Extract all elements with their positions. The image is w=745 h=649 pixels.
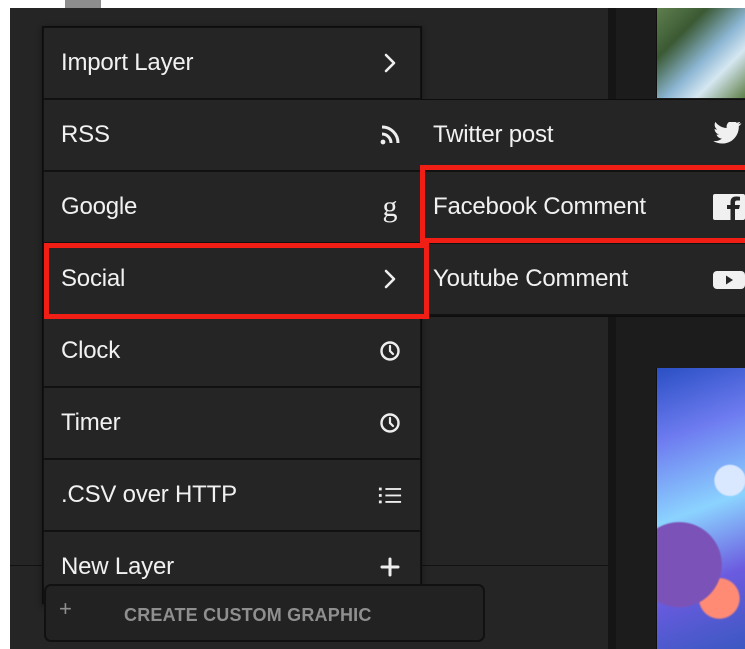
- chevron-right-icon: [378, 50, 402, 76]
- menu-item-label: Timer: [61, 409, 121, 436]
- create-custom-graphic-button[interactable]: + CREATE CUSTOM GRAPHIC: [44, 584, 485, 642]
- clock-icon: [378, 410, 402, 436]
- menu-item-google[interactable]: Google g: [44, 172, 420, 242]
- insert-layer-menu: Import Layer RSS Google g Social Clock T…: [42, 26, 422, 604]
- clock-icon: [378, 338, 402, 364]
- menu-item-label: RSS: [61, 121, 110, 148]
- rss-icon: [378, 122, 402, 148]
- create-custom-graphic-label: CREATE CUSTOM GRAPHIC: [124, 605, 372, 625]
- menu-item-label: Social: [61, 265, 126, 292]
- chevron-right-icon: [378, 266, 402, 292]
- bottom-preview-thumbnail[interactable]: [656, 368, 745, 649]
- plus-icon: +: [59, 596, 72, 621]
- google-icon: g: [382, 190, 398, 223]
- submenu-item-label: Facebook Comment: [433, 193, 646, 220]
- menu-item-social[interactable]: Social: [44, 244, 420, 314]
- menu-item-import-layer[interactable]: Import Layer: [44, 28, 420, 98]
- menu-item-label: Google: [61, 193, 138, 220]
- menu-item-label: Clock: [61, 337, 121, 364]
- menu-item-timer[interactable]: Timer: [44, 388, 420, 458]
- plus-icon: [378, 554, 402, 580]
- submenu-item-facebook-comment[interactable]: Facebook Comment: [420, 172, 745, 242]
- facebook-icon: [712, 194, 745, 220]
- top-preview-thumbnail[interactable]: [656, 8, 745, 98]
- submenu-item-label: Youtube Comment: [433, 265, 628, 292]
- menu-item-label: .CSV over HTTP: [61, 481, 237, 508]
- screenshot-stage: Photo - E Import Layer RSS Google: [0, 0, 745, 649]
- submenu-item-youtube-comment[interactable]: Youtube Comment: [420, 244, 745, 314]
- youtube-icon: [712, 266, 745, 292]
- social-submenu: Twitter post Facebook Comment Youtube Co…: [420, 99, 745, 317]
- menu-item-rss[interactable]: RSS: [44, 100, 420, 170]
- submenu-item-label: Twitter post: [433, 121, 554, 148]
- list-icon: [378, 482, 402, 508]
- menu-item-csv-over-http[interactable]: .CSV over HTTP: [44, 460, 420, 530]
- submenu-item-twitter-post[interactable]: Twitter post: [420, 100, 745, 170]
- menu-item-label: Import Layer: [61, 49, 194, 76]
- top-toolbar-stub: [65, 0, 101, 8]
- menu-item-clock[interactable]: Clock: [44, 316, 420, 386]
- twitter-icon: [712, 122, 745, 148]
